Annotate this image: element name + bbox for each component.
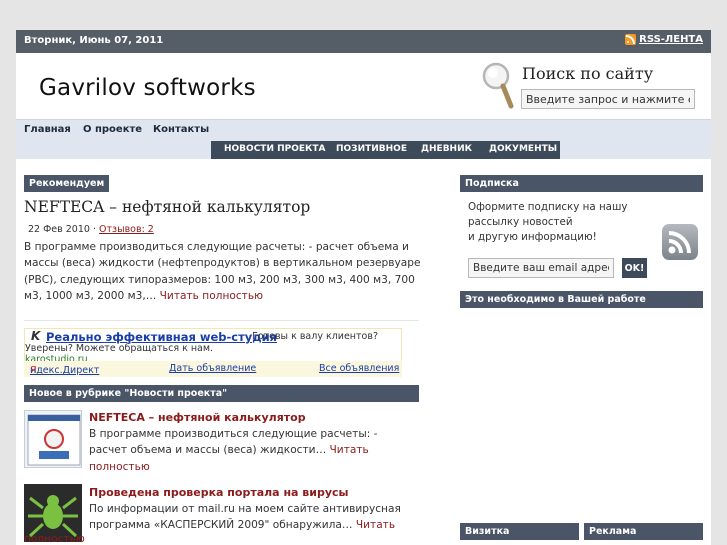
featured-article-meta: 22 Фев 2010 · Отзывов: 2 — [28, 224, 154, 235]
rss-feed-link[interactable]: RSS-ЛЕНТА — [625, 34, 703, 45]
current-date: Вторник, Июнь 07, 2011 — [24, 35, 164, 46]
site-logo[interactable]: Gavrilov softworks — [39, 75, 256, 101]
yandex-direct-rest: ндекс.Директ — [30, 365, 100, 376]
news-item-body: По информации от mail.ru на моем сайте а… — [89, 501, 414, 534]
subscribe-ok-button[interactable]: OK! — [622, 258, 647, 278]
news-item-title[interactable]: Проведена проверка портала на вирусы — [89, 486, 348, 499]
rss-subscribe-icon[interactable] — [662, 224, 698, 260]
nav-item-documents[interactable]: ДОКУМЕНТЫ — [489, 144, 557, 154]
rss-feed-label: RSS-ЛЕНТА — [639, 34, 703, 45]
news-read-more-tail[interactable]: полностью — [24, 533, 85, 545]
news-section-label: Новое в рубрике "Новости проекта" — [24, 385, 419, 402]
needed-in-work-label: Это необходимо в Вашей работе — [460, 291, 703, 308]
give-ad-link[interactable]: Дать объявление — [169, 363, 256, 374]
search-title: Поиск по сайту — [522, 64, 654, 83]
nefteca-thumbnail-icon — [25, 411, 81, 467]
news-thumbnail[interactable] — [24, 410, 82, 468]
nav-item-project-news[interactable]: НОВОСТИ ПРОЕКТА — [224, 144, 326, 154]
business-card-label: Визитка — [460, 523, 579, 540]
ad-logo-k: K — [31, 329, 41, 343]
subscribe-label: Подписка — [460, 175, 703, 192]
primary-nav: Главная О проекте Контакты — [16, 119, 711, 141]
subscribe-text-line: Оформите подписку на нашу рассылку новос… — [468, 201, 628, 228]
featured-read-more-link[interactable]: Читать полностью — [160, 290, 263, 302]
ad-text-secondary: Уверены? Можете обращаться к нам. — [25, 343, 214, 354]
ad-text: Готовы к валу клиентов? — [252, 331, 378, 342]
all-ads-link[interactable]: Все объявления — [319, 363, 399, 374]
nav-item-diary[interactable]: ДНЕВНИК — [421, 144, 472, 154]
recommended-label: Рекомендуем — [24, 175, 110, 192]
news-item-body: В программе производиться следующие расч… — [89, 426, 414, 475]
divider — [24, 320, 419, 321]
advertising-label: Реклама — [584, 523, 703, 540]
nav-item-home[interactable]: Главная — [24, 124, 71, 135]
top-date-bar: Вторник, Июнь 07, 2011 RSS-ЛЕНТА — [16, 30, 711, 53]
secondary-nav-spacer — [560, 141, 711, 159]
rss-icon — [668, 231, 691, 254]
nav-item-positive[interactable]: ПОЗИТИВНОЕ — [336, 144, 407, 154]
nav-item-about[interactable]: О проекте — [83, 124, 142, 135]
subscribe-text: Оформите подписку на нашу рассылку новос… — [468, 200, 683, 245]
reviews-link[interactable]: Отзывов: 2 — [99, 224, 154, 235]
featured-article-body: В программе производиться следующие расч… — [24, 239, 424, 304]
article-date: 22 Фев 2010 — [28, 224, 90, 235]
news-read-more-link[interactable]: Читать — [356, 519, 395, 531]
ad-footer: Яндекс.Директ Дать объявление Все объявл… — [24, 361, 402, 377]
rss-icon — [625, 34, 637, 45]
news-item-title[interactable]: NEFTECA – нефтяной калькулятор — [89, 411, 306, 424]
subscribe-text-line: и другую информацию! — [468, 231, 597, 243]
nav-item-contacts[interactable]: Контакты — [153, 124, 209, 135]
ad-title-link[interactable]: Реально эффективная web-студия — [46, 330, 277, 344]
email-input[interactable] — [468, 258, 614, 278]
news-item-text: По информации от mail.ru на моем сайте а… — [89, 503, 401, 532]
magnifier-icon — [482, 62, 514, 109]
search-input[interactable] — [521, 89, 695, 109]
featured-article-title[interactable]: NEFTECA – нефтяной калькулятор — [24, 198, 310, 216]
